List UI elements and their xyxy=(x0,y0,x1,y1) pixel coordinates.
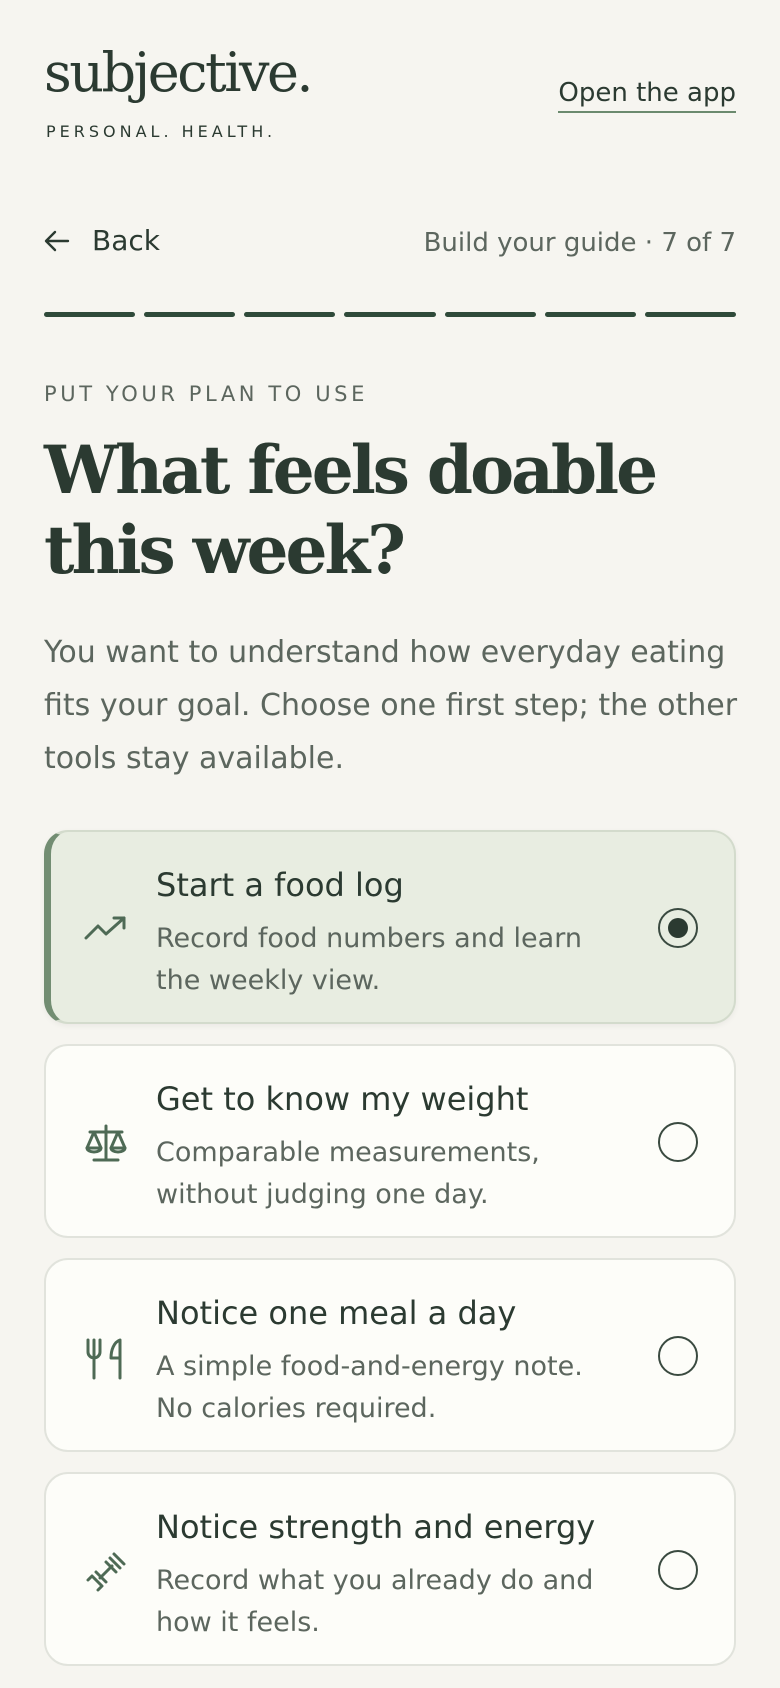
scale-icon xyxy=(84,1122,128,1166)
option-description: Record food numbers and learn the weekly… xyxy=(156,923,582,996)
progress-segment xyxy=(344,312,436,317)
option-radio[interactable] xyxy=(658,1336,698,1376)
option-card[interactable]: Get to know my weight Comparable measure… xyxy=(44,1044,736,1238)
option-card[interactable]: Notice one meal a day A simple food-and-… xyxy=(44,1258,736,1452)
brand-tagline: PERSONAL. HEALTH. xyxy=(46,122,277,141)
back-label: Back xyxy=(92,224,160,257)
option-description: Record what you already do and how it fe… xyxy=(156,1565,594,1638)
option-description: A simple food-and-energy note. No calori… xyxy=(156,1351,583,1424)
option-radio[interactable] xyxy=(658,1550,698,1590)
progress-segment xyxy=(44,312,136,317)
progress-segment xyxy=(444,312,536,317)
option-radio[interactable] xyxy=(658,1122,698,1162)
progress-segment xyxy=(644,312,736,317)
back-button[interactable]: Back xyxy=(44,224,160,257)
options-list: Start a food log Record food numbers and… xyxy=(44,830,736,1686)
option-title: Notice strength and energy xyxy=(156,1508,596,1546)
intro-text: You want to understand how everyday eati… xyxy=(44,635,738,776)
progress-segment xyxy=(544,312,636,317)
option-radio[interactable] xyxy=(658,908,698,948)
progress-segment xyxy=(244,312,336,317)
fork-knife-icon xyxy=(84,1336,128,1380)
step-nav: Back Build your guide · 7 of 7 xyxy=(44,224,736,264)
option-card[interactable]: Notice strength and energy Record what y… xyxy=(44,1472,736,1666)
option-title: Get to know my weight xyxy=(156,1080,529,1118)
dumbbell-icon xyxy=(84,1550,128,1594)
open-app-link[interactable]: Open the app xyxy=(558,78,736,113)
trend-up-icon xyxy=(84,908,128,952)
option-description: Comparable measurements, without judging… xyxy=(156,1137,540,1210)
arrow-left-icon xyxy=(44,230,70,251)
radio-dot xyxy=(668,918,688,938)
step-indicator: Build your guide · 7 of 7 xyxy=(423,228,736,258)
section-eyebrow: PUT YOUR PLAN TO USE xyxy=(44,382,368,406)
progress-segment xyxy=(144,312,236,317)
page-title: What feels doable this week? xyxy=(44,431,658,589)
site-header: subjective. PERSONAL. HEALTH. Open the a… xyxy=(44,0,736,160)
option-title: Notice one meal a day xyxy=(156,1294,517,1332)
progress-bar xyxy=(44,312,736,317)
option-title: Start a food log xyxy=(156,866,404,904)
brand-logo[interactable]: subjective. xyxy=(44,38,314,108)
option-card[interactable]: Start a food log Record food numbers and… xyxy=(44,830,736,1024)
